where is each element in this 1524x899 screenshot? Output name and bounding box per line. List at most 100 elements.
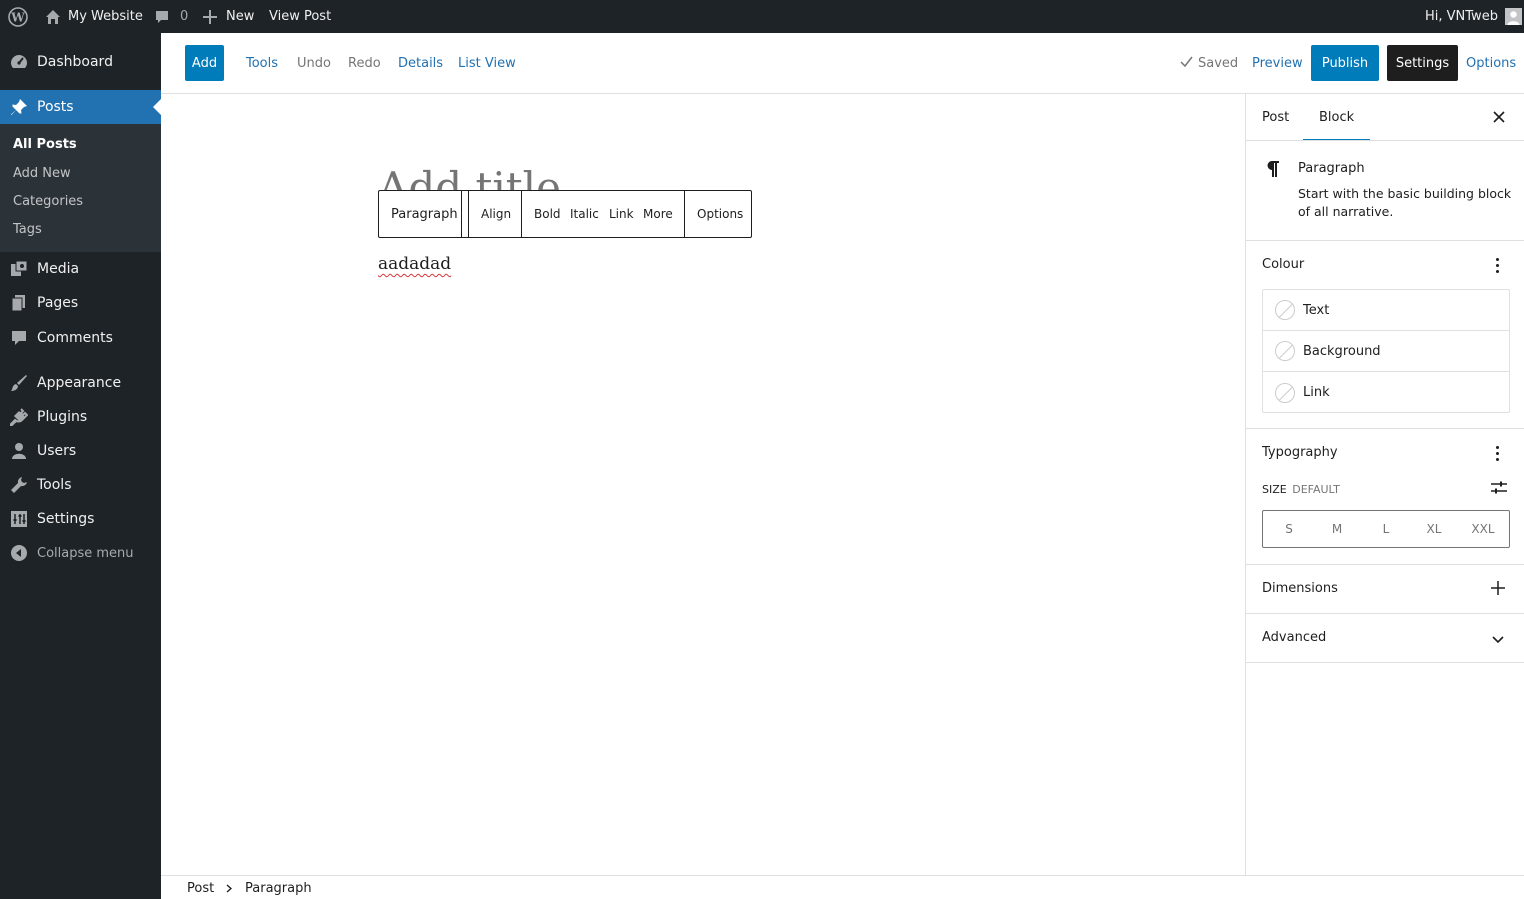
close-icon[interactable] (1491, 109, 1507, 125)
menu-item-comments[interactable]: Comments (0, 321, 161, 355)
italic-button[interactable]: Italic (570, 191, 599, 237)
font-size-xxl[interactable]: XXL (1459, 511, 1507, 547)
comments-link[interactable]: 0 (154, 0, 188, 33)
block-type-switcher[interactable]: Paragraph (391, 191, 458, 237)
menu-item-pages[interactable]: Pages (0, 286, 161, 320)
pages-icon (10, 294, 28, 312)
menu-label: Plugins (37, 409, 88, 425)
menu-item-plugins[interactable]: Plugins (0, 400, 161, 434)
advanced-panel-title[interactable]: Advanced (1262, 630, 1326, 645)
menu-item-media[interactable]: Media (0, 252, 161, 286)
undo-button[interactable]: Undo (297, 33, 331, 93)
colour-item-text[interactable]: Text (1263, 290, 1509, 331)
breadcrumb-post[interactable]: Post (187, 876, 214, 899)
dimensions-panel-title[interactable]: Dimensions (1262, 581, 1338, 596)
menu-label: Tools (37, 477, 72, 493)
menu-item-tools[interactable]: Tools (0, 468, 161, 502)
avatar (1504, 8, 1522, 25)
menu-label: Dashboard (37, 54, 113, 70)
settings-toggle-button[interactable]: Settings (1387, 45, 1458, 81)
link-button[interactable]: Link (609, 191, 634, 237)
align-button[interactable]: Align (481, 191, 511, 237)
editor-canvas: Add title Paragraph Align Bold Italic Li… (161, 94, 1245, 875)
submenu-categories[interactable]: Categories (13, 194, 83, 209)
submenu-all-posts[interactable]: All Posts (13, 137, 77, 152)
list-view-button[interactable]: List View (458, 33, 516, 93)
paragraph-block[interactable]: aadadad (378, 254, 451, 274)
site-name: My Website (68, 9, 143, 24)
add-block-button[interactable]: Add (185, 45, 224, 81)
colour-options-icon[interactable] (1496, 258, 1500, 276)
menu-item-settings[interactable]: Settings (0, 502, 161, 536)
chevron-right-icon (226, 876, 232, 899)
toolbar-separator (684, 191, 685, 237)
menu-item-posts[interactable]: Posts (0, 90, 161, 124)
menu-label: Settings (37, 511, 95, 527)
tab-block[interactable]: Block (1302, 94, 1371, 141)
collapse-menu-button[interactable]: Collapse menu (0, 536, 161, 570)
view-post-link[interactable]: View Post (269, 0, 331, 33)
block-options-button[interactable]: Options (697, 191, 743, 237)
font-size-m[interactable]: M (1313, 511, 1361, 547)
bold-button[interactable]: Bold (534, 191, 561, 237)
font-size-xl[interactable]: XL (1410, 511, 1458, 547)
svg-text:W: W (10, 10, 25, 24)
menu-label: Pages (37, 295, 79, 311)
dashboard-icon (10, 53, 28, 71)
size-current-value: DEFAULT (1292, 483, 1340, 496)
colour-swatch (1275, 341, 1295, 361)
menu-item-appearance[interactable]: Appearance (0, 366, 161, 400)
paragraph-block-icon (1266, 160, 1280, 182)
details-button[interactable]: Details (398, 33, 443, 93)
options-button[interactable]: Options (1466, 33, 1516, 93)
redo-button[interactable]: Redo (348, 33, 381, 93)
panel-divider (1246, 613, 1524, 614)
toolbar-separator (521, 191, 522, 237)
colour-item-link[interactable]: Link (1263, 372, 1509, 413)
font-size-s[interactable]: S (1265, 511, 1313, 547)
colour-item-background[interactable]: Background (1263, 331, 1509, 372)
user-account-menu[interactable]: Hi, VNTweb (1425, 0, 1522, 33)
user-icon (10, 442, 28, 460)
typography-panel-title: Typography (1262, 445, 1338, 460)
preview-button[interactable]: Preview (1252, 33, 1303, 93)
new-content-link[interactable]: New (203, 0, 254, 33)
colour-item-label: Text (1303, 302, 1330, 318)
font-size-l[interactable]: L (1362, 511, 1410, 547)
panel-divider (1246, 240, 1524, 241)
submenu-add-new[interactable]: Add New (13, 166, 71, 181)
breadcrumb-paragraph[interactable]: Paragraph (245, 876, 312, 899)
post-title-input[interactable]: Add title (378, 160, 561, 194)
tab-post[interactable]: Post (1262, 94, 1289, 141)
custom-size-toggle-icon[interactable] (1490, 480, 1508, 500)
editor-header: Add Tools Undo Redo Details List View Sa… (161, 33, 1524, 94)
panel-divider (1246, 662, 1524, 663)
plus-icon[interactable] (1491, 581, 1505, 599)
menu-label: Comments (37, 330, 113, 346)
toolbar-separator (468, 191, 469, 237)
menu-label: Media (37, 261, 80, 277)
active-menu-arrow (153, 99, 161, 115)
menu-item-dashboard[interactable]: Dashboard (0, 45, 161, 79)
tools-button[interactable]: Tools (246, 33, 278, 93)
more-button[interactable]: More (643, 191, 673, 237)
menu-label: Posts (37, 99, 74, 115)
chevron-down-icon[interactable] (1492, 633, 1504, 648)
admin-sidebar: Dashboard Posts All Posts Add New Catego… (0, 33, 161, 899)
collapse-arrow-icon (10, 544, 28, 562)
menu-item-users[interactable]: Users (0, 434, 161, 468)
wordpress-logo-icon[interactable]: W (8, 0, 28, 33)
media-icon (10, 260, 28, 278)
block-breadcrumb: Post Paragraph (161, 875, 1524, 899)
submenu-tags[interactable]: Tags (13, 222, 42, 237)
comments-count: 0 (180, 9, 189, 24)
plugin-icon (10, 408, 29, 426)
publish-button[interactable]: Publish (1311, 45, 1379, 81)
typography-options-icon[interactable] (1496, 446, 1500, 464)
block-card-description: Start with the basic building block of a… (1298, 186, 1512, 219)
panel-divider (1246, 428, 1524, 429)
block-toolbar: Paragraph Align Bold Italic Link More Op… (378, 190, 752, 238)
menu-label: Users (37, 443, 77, 459)
font-size-picker: S M L XL XXL (1262, 510, 1510, 548)
site-home-link[interactable]: My Website (45, 0, 143, 33)
